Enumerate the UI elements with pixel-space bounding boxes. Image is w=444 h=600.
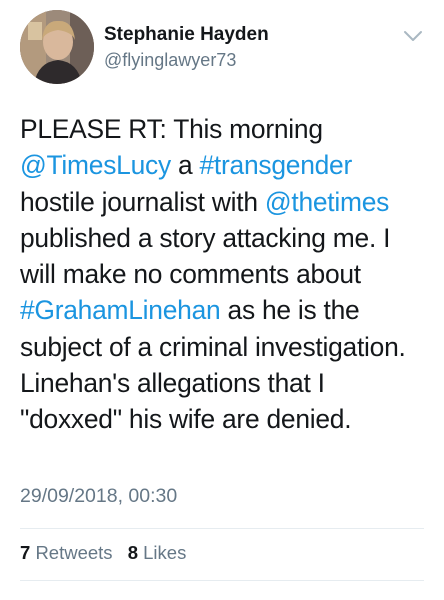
author-names: Stephanie Hayden @flyinglawyer73 [104,24,269,71]
likes-count: 8 [127,542,138,563]
retweets-label: Retweets [35,542,113,563]
handle[interactable]: @flyinglawyer73 [104,49,269,71]
tweet-card: Stephanie Hayden @flyinglawyer73 PLEASE … [0,0,444,600]
likes-label: Likes [143,542,187,563]
avatar-image [20,10,94,84]
retweets-stat[interactable]: 7 Retweets [20,541,113,565]
tweet-text: PLEASE RT: This morning @TimesLucy a #tr… [20,111,430,438]
tweet-header: Stephanie Hayden @flyinglawyer73 [20,10,430,84]
display-name[interactable]: Stephanie Hayden [104,24,269,46]
divider [20,528,424,529]
tweet-text-segment: PLEASE RT: This morning [20,114,323,144]
avatar[interactable] [20,10,94,84]
tweet-text-segment: a [170,150,200,181]
likes-stat[interactable]: 8 Likes [128,541,187,565]
divider [20,580,424,581]
tweet-stats: 7 Retweets 8 Likes [20,541,196,565]
chevron-down-icon[interactable] [402,28,424,44]
tweet-text-segment: published a story attacking me. I will m… [20,222,391,290]
hashtag-link[interactable]: #GrahamLinehan [20,295,221,325]
mention-link[interactable]: @TimesLucy [20,150,171,180]
timestamp[interactable]: 29/09/2018, 00:30 [20,484,177,508]
mention-link[interactable]: @thetimes [265,187,390,217]
hashtag-link[interactable]: #transgender [200,150,353,180]
tweet-text-segment: hostile journalist with [20,186,265,217]
retweets-count: 7 [20,542,31,563]
